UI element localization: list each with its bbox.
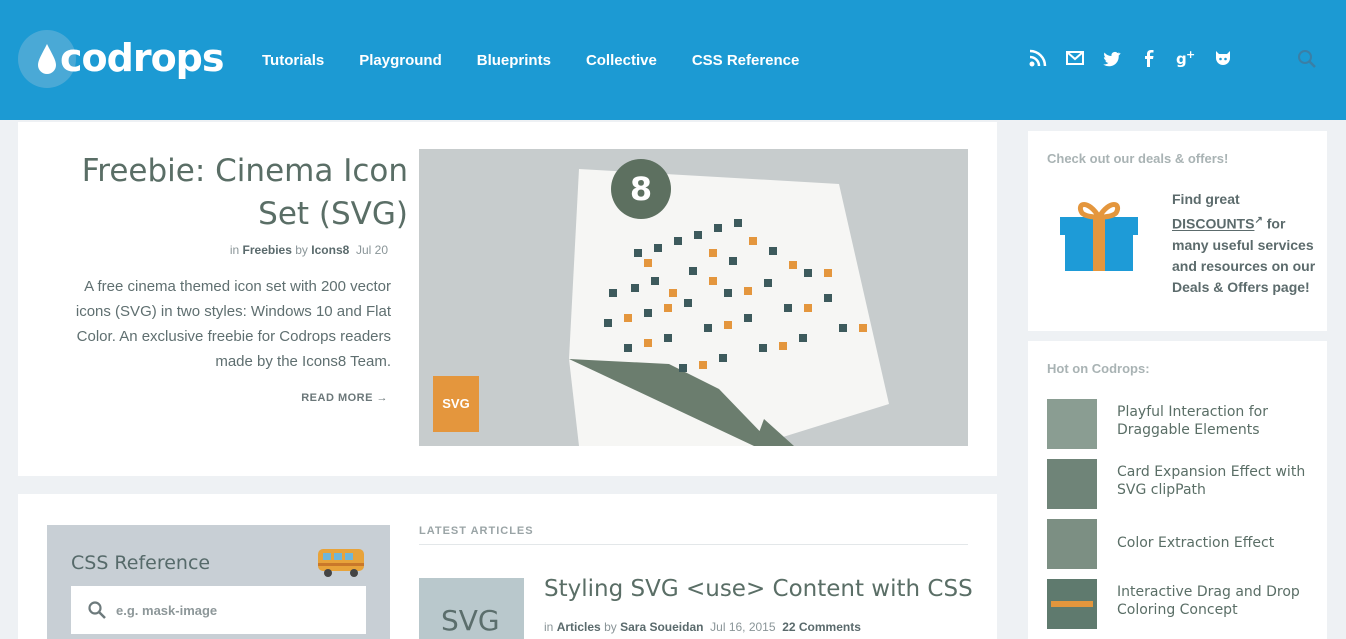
featured-post-image[interactable]: 8 SVG xyxy=(419,149,968,446)
hot-item[interactable]: Interactive Drag and Drop Coloring Conce… xyxy=(1047,579,1317,629)
title-line-1[interactable]: Freebie: Cinema Icon xyxy=(82,153,408,189)
thumb-orange-bar xyxy=(1051,601,1093,607)
nav-blueprints[interactable]: Blueprints xyxy=(477,52,551,69)
css-reference-search-input[interactable] xyxy=(116,598,356,622)
meta-by-label: by xyxy=(295,243,308,257)
hot-item-thumbnail[interactable] xyxy=(1047,579,1097,629)
search-icon[interactable] xyxy=(1296,48,1318,70)
svg-text:+: + xyxy=(1186,48,1195,61)
featured-post-meta: in Freebies by Icons8 Jul 20 xyxy=(68,243,388,257)
social-links: g + xyxy=(1027,48,1249,70)
featured-post-excerpt: A free cinema themed icon set with 200 v… xyxy=(75,278,391,370)
article-thumbnail[interactable]: SVG xyxy=(419,578,524,639)
hot-item-thumbnail[interactable] xyxy=(1047,459,1097,509)
category-link[interactable]: Freebies xyxy=(243,243,292,257)
divider xyxy=(419,544,968,545)
meta-in-label: in xyxy=(229,243,240,257)
deals-text-before: Find great xyxy=(1172,191,1240,207)
hot-item-thumbnail[interactable] xyxy=(1047,519,1097,569)
latest-articles-label: LATEST ARTICLES xyxy=(419,525,534,537)
nav-playground[interactable]: Playground xyxy=(359,52,442,69)
author-link[interactable]: Sara Soueidan xyxy=(620,620,703,634)
comments-link[interactable]: 22 Comments xyxy=(782,620,861,634)
meta-in-label: in xyxy=(544,620,554,634)
hot-widget: Hot on Codrops: Playful Interaction for … xyxy=(1028,341,1327,639)
logo-text: codrops xyxy=(60,36,224,80)
read-more-link[interactable]: READ MORE → xyxy=(288,392,388,404)
main-nav: Tutorials Playground Blueprints Collecti… xyxy=(262,52,834,69)
external-link-icon: ↗ xyxy=(1254,215,1263,226)
article-date: Jul 16, 2015 xyxy=(710,620,776,634)
hot-item-title[interactable]: Card Expansion Effect with SVG clipPath xyxy=(1117,463,1317,499)
article-title[interactable]: Styling SVG <use> Content with CSS xyxy=(544,576,973,602)
rss-icon[interactable] xyxy=(1027,48,1049,70)
hot-item-title[interactable]: Interactive Drag and Drop Coloring Conce… xyxy=(1117,583,1317,619)
codrops-logo[interactable]: codrops xyxy=(18,30,224,90)
deals-text: Find great DISCOUNTS↗ for many useful se… xyxy=(1172,189,1322,298)
svg-file-badge: SVG xyxy=(433,376,479,432)
featured-post: Freebie: Cinema Icon Set (SVG) in Freebi… xyxy=(18,122,997,476)
site-header: codrops Tutorials Playground Blueprints … xyxy=(0,0,1346,120)
title-line-2[interactable]: Set (SVG) xyxy=(258,196,408,232)
bus-icon xyxy=(315,545,367,579)
nav-collective[interactable]: Collective xyxy=(586,52,657,69)
author-link[interactable]: Icons8 xyxy=(311,243,349,257)
thumb-svg-text: SVG xyxy=(441,604,500,637)
search-icon xyxy=(87,600,107,620)
hot-item-title[interactable]: Playful Interaction for Draggable Elemen… xyxy=(1117,403,1317,439)
featured-post-title[interactable]: Freebie: Cinema Icon Set (SVG) xyxy=(68,150,408,236)
github-icon[interactable] xyxy=(1212,48,1234,70)
deals-widget: Check out our deals & offers! Find great… xyxy=(1028,131,1327,331)
gift-icon[interactable] xyxy=(1058,195,1140,271)
meta-by-label: by xyxy=(604,620,617,634)
svg-text:8: 8 xyxy=(630,170,652,208)
hot-item-thumbnail[interactable] xyxy=(1047,399,1097,449)
category-link[interactable]: Articles xyxy=(557,620,601,634)
twitter-icon[interactable] xyxy=(1101,48,1123,70)
deals-heading: Check out our deals & offers! xyxy=(1047,151,1229,166)
mail-icon[interactable] xyxy=(1064,48,1086,70)
article-meta: in Articles by Sara Soueidan Jul 16, 201… xyxy=(544,620,861,634)
icon-sheet-illustration: 8 xyxy=(569,159,889,446)
nav-tutorials[interactable]: Tutorials xyxy=(262,52,324,69)
nav-css-reference[interactable]: CSS Reference xyxy=(692,52,800,69)
css-reference-title[interactable]: CSS Reference xyxy=(71,552,210,574)
hot-item[interactable]: Playful Interaction for Draggable Elemen… xyxy=(1047,399,1317,449)
css-reference-search xyxy=(71,586,366,634)
css-reference-widget: CSS Reference xyxy=(47,525,390,639)
facebook-icon[interactable] xyxy=(1138,48,1160,70)
hot-item-title[interactable]: Color Extraction Effect xyxy=(1117,534,1317,552)
lower-section: CSS Reference LATEST ARTICLES SVG xyxy=(18,494,997,639)
hot-item[interactable]: Card Expansion Effect with SVG clipPath xyxy=(1047,459,1317,509)
post-date: Jul 20 xyxy=(355,243,388,257)
hot-item[interactable]: Color Extraction Effect xyxy=(1047,519,1317,569)
discounts-link[interactable]: DISCOUNTS xyxy=(1172,216,1254,232)
hot-heading: Hot on Codrops: xyxy=(1047,361,1150,376)
google-plus-icon[interactable]: g + xyxy=(1175,48,1197,70)
